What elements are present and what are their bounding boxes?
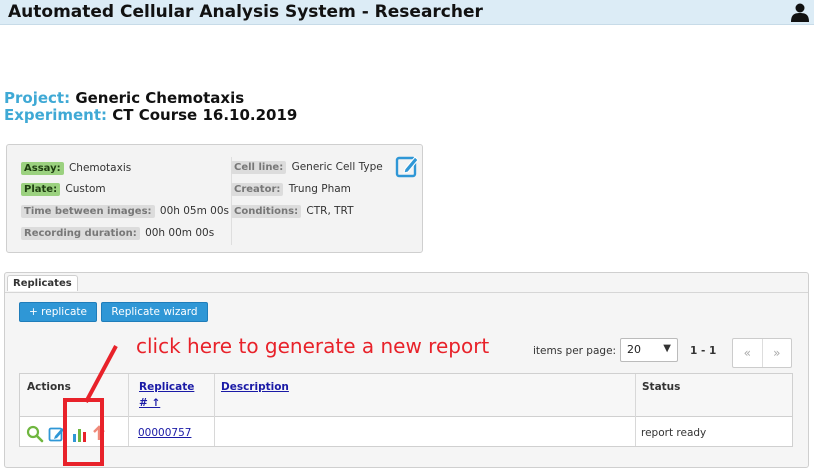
tab-replicates[interactable]: Replicates [7,275,78,291]
creator-row: Creator: Trung Pham [231,183,351,196]
project-value: Generic Chemotaxis [75,89,245,107]
experiment-label: Experiment: [4,106,108,124]
pager: « » [732,338,792,368]
pager-prev-button[interactable]: » [763,339,792,367]
column-header-description[interactable]: Description [221,381,289,393]
user-icon[interactable] [790,2,810,22]
cell-line-value: Generic Cell Type [291,161,383,173]
experiment-line: Experiment: CT Course 16.10.2019 [4,106,297,124]
assay-tag: Assay: [21,162,64,175]
column-header-actions: Actions [27,381,71,393]
plate-value: Custom [65,183,106,195]
items-per-page-label: items per page: [533,345,617,357]
column-separator [635,374,636,446]
plate-row: Plate: Custom [21,183,106,196]
items-per-page-value: 20 [627,343,641,356]
app-title: Automated Cellular Analysis System - Res… [8,2,483,22]
assay-row: Assay: Chemotaxis [21,162,131,175]
search-icon[interactable] [26,425,44,443]
column-header-replicate-sort[interactable]: # ↑ [139,397,160,409]
upload-icon[interactable] [90,425,108,443]
edit-icon[interactable] [48,425,66,443]
add-replicate-button[interactable]: + replicate [19,302,97,322]
column-header-replicate[interactable]: Replicate [139,381,194,393]
project-label: Project: [4,89,71,107]
assay-value: Chemotaxis [68,162,132,174]
tab-divider [5,292,808,293]
column-separator [214,374,215,446]
cell-line-tag: Cell line: [231,161,287,174]
recording-value: 00h 00m 00s [145,227,215,239]
time-between-row: Time between images: 00h 05m 00s [21,205,229,218]
column-separator [128,374,129,446]
range-label: 1 - 1 [690,345,717,357]
column-header-status: Status [642,381,681,393]
recording-row: Recording duration: 00h 00m 00s [21,227,214,240]
plate-tag: Plate: [21,183,61,196]
experiment-value: CT Course 16.10.2019 [112,106,298,124]
conditions-row: Conditions: CTR, TRT [231,205,353,218]
chevron-down-icon: ▼ [663,343,671,354]
time-between-tag: Time between images: [21,205,155,218]
items-per-page-select[interactable]: 20 ▼ [620,338,678,362]
project-line: Project: Generic Chemotaxis [4,89,244,107]
edit-icon[interactable] [395,153,421,179]
time-between-value: 00h 05m 00s [159,205,230,217]
creator-tag: Creator: [231,183,284,196]
experiment-info-panel: Assay: Chemotaxis Plate: Custom Time bet… [6,144,423,253]
creator-value: Trung Pham [288,183,351,195]
bar-chart-icon[interactable] [71,425,89,443]
cell-line-row: Cell line: Generic Cell Type [231,161,383,174]
recording-tag: Recording duration: [21,227,140,240]
conditions-value: CTR, TRT [306,205,354,217]
app-header: Automated Cellular Analysis System - Res… [0,0,814,25]
annotation-text: click here to generate a new report [136,334,490,358]
replicate-number-link[interactable]: 00000757 [138,427,191,439]
replicate-status: report ready [641,427,707,439]
conditions-tag: Conditions: [231,205,302,218]
pager-first-button[interactable]: « [733,339,763,367]
replicate-wizard-button[interactable]: Replicate wizard [101,302,208,322]
